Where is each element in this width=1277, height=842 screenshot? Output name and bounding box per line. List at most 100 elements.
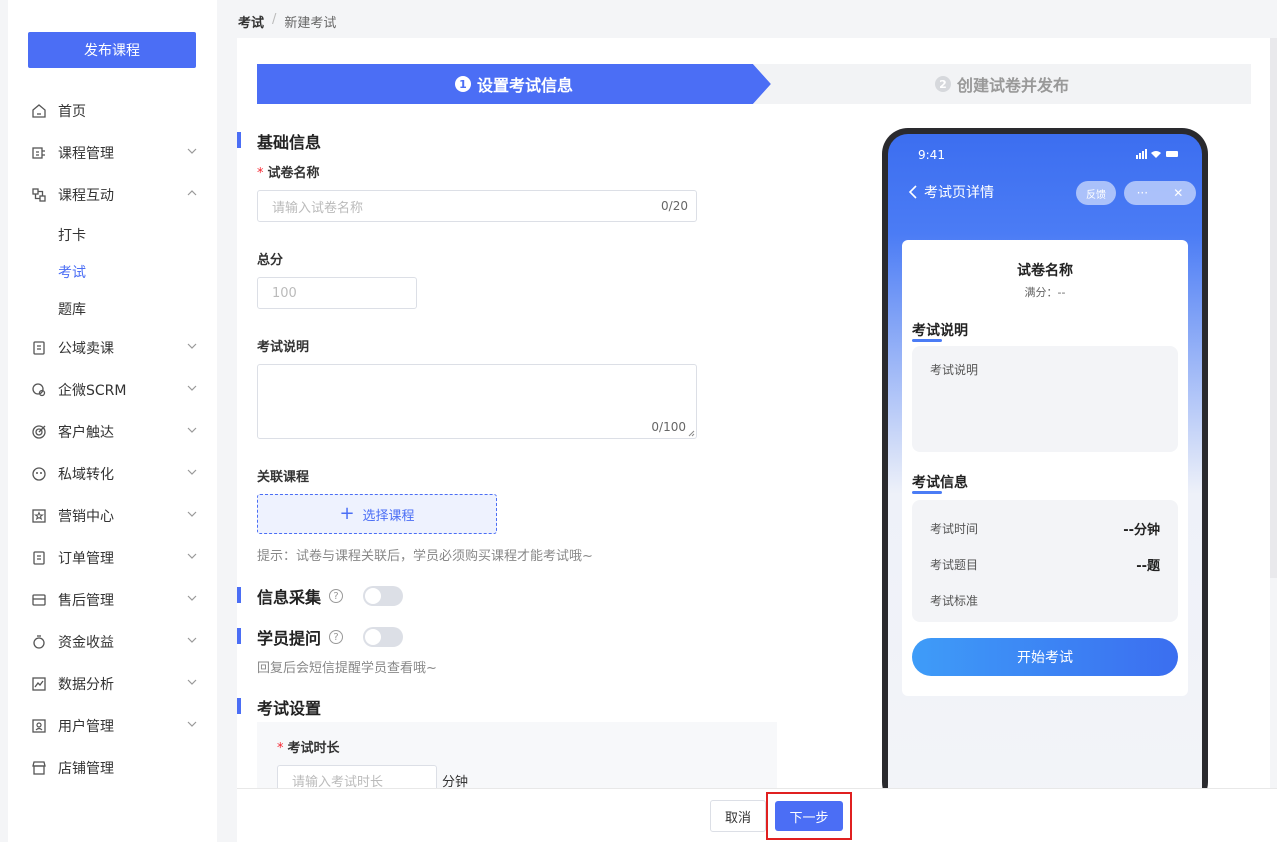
- exam-desc-count: 0/100: [651, 420, 686, 434]
- plus-icon: +: [339, 503, 355, 524]
- preview-full-score: 满分：--: [1024, 286, 1066, 299]
- sidebar-item-label: 客户触达: [58, 425, 114, 441]
- sidebar-item-label: 课程互动: [58, 188, 114, 204]
- marketing-icon: [30, 507, 48, 525]
- section-exam-setting: 考试设置: [237, 695, 321, 719]
- duration-placeholder: 请输入考试时长: [292, 774, 384, 789]
- close-icon[interactable]: ✕: [1173, 186, 1183, 200]
- select-course-label: 选择课程: [362, 508, 415, 524]
- course-hint: 提示：试卷与课程关联后，学员必须购买课程才能考试哦~: [257, 549, 593, 564]
- money-icon: [30, 633, 48, 651]
- sidebar-item-label: 私域转化: [58, 467, 114, 483]
- sidebar-item-home[interactable]: 首页: [8, 90, 217, 132]
- breadcrumb-separator: /: [272, 12, 277, 27]
- publish-course-button[interactable]: 发布课程: [28, 32, 196, 68]
- sidebar-item-interact[interactable]: 课程互动: [8, 174, 217, 216]
- preview-info-box: 考试时间 --分钟 考试题目 --题 考试标准: [912, 500, 1178, 622]
- sidebar-item-label: 店铺管理: [58, 761, 114, 777]
- info-collect-switch[interactable]: [363, 586, 404, 606]
- paper-name-label-text: 试卷名称: [267, 166, 320, 181]
- sidebar-item-label: 用户管理: [58, 719, 114, 735]
- next-button[interactable]: 下一步: [775, 801, 843, 831]
- interact-icon: [30, 186, 48, 204]
- order-icon: [30, 549, 48, 567]
- sidebar-item-analytics[interactable]: 数据分析: [8, 663, 217, 705]
- back-arrow-icon[interactable]: [908, 185, 918, 199]
- step-1-active: 1 设置考试信息: [257, 64, 771, 104]
- help-icon[interactable]: ?: [329, 589, 344, 603]
- footer-bar: 取消 下一步: [237, 788, 1277, 842]
- sidebar-item-shop[interactable]: 店铺管理: [8, 747, 217, 789]
- home-icon: [30, 102, 48, 120]
- sidebar-item-label: 营销中心: [58, 509, 114, 525]
- more-icon[interactable]: ···: [1137, 186, 1148, 200]
- paper-name-placeholder: 请输入试卷名称: [272, 200, 364, 216]
- preview-desc-text: 考试说明: [930, 363, 979, 377]
- course-icon: [30, 144, 48, 162]
- duration-input[interactable]: 请输入考试时长: [277, 765, 437, 788]
- chevron-down-icon: [187, 427, 197, 433]
- sidebar-item-scrm[interactable]: 企微SCRM: [8, 369, 217, 411]
- breadcrumb: 考试 / 新建考试: [238, 12, 336, 31]
- help-icon[interactable]: ?: [329, 630, 344, 644]
- scrollbar[interactable]: [1270, 38, 1277, 578]
- user-icon: [30, 717, 48, 735]
- sidebar-item-marketing[interactable]: 营销中心: [8, 495, 217, 537]
- private-icon: [30, 465, 48, 483]
- sidebar-item-course[interactable]: 课程管理: [8, 132, 217, 174]
- main-panel: 1 设置考试信息 2 创建试卷并发布 基础信息 * 试卷名称 请输入试卷名称 0/…: [237, 38, 1270, 788]
- exam-desc-textarea[interactable]: 0/100: [257, 364, 697, 439]
- preview-desc-heading: 考试说明: [912, 320, 968, 342]
- phone-title-text: 考试页详情: [924, 185, 994, 201]
- duration-unit: 分钟: [442, 775, 469, 788]
- feedback-pill[interactable]: 反馈: [1076, 181, 1116, 205]
- related-course-label: 关联课程: [257, 470, 310, 485]
- paper-name-count: 0/20: [661, 199, 688, 213]
- student-question-row: 学员提问 ?: [237, 625, 404, 649]
- paper-name-label: * 试卷名称: [257, 162, 320, 181]
- step-1-label: 设置考试信息: [476, 76, 573, 95]
- preview-time-value: --分钟: [1123, 523, 1160, 538]
- sidebar-item-public[interactable]: 公域卖课: [8, 327, 217, 369]
- required-mark: *: [257, 166, 264, 181]
- reach-icon: [30, 423, 48, 441]
- resize-handle-icon[interactable]: [688, 430, 695, 437]
- question-hint: 回复后会短信提醒学员查看哦~: [257, 661, 437, 676]
- student-question-title: 学员提问: [237, 625, 321, 649]
- chevron-down-icon: [187, 148, 197, 154]
- duration-label: * 考试时长: [277, 737, 340, 756]
- sidebar-item-money[interactable]: 资金收益: [8, 621, 217, 663]
- status-bar-icons: [1136, 149, 1180, 162]
- step-2: 2 创建试卷并发布: [753, 64, 1251, 104]
- scrm-icon: [30, 381, 48, 399]
- sidebar-subitem-question-bank[interactable]: 题库: [8, 290, 217, 327]
- select-course-button[interactable]: + 选择课程: [257, 494, 497, 534]
- sidebar-item-reach[interactable]: 客户触达: [8, 411, 217, 453]
- total-score-label: 总分: [257, 253, 284, 268]
- sidebar-subitem-exam[interactable]: 考试: [8, 253, 217, 290]
- exam-preview-card: 试卷名称 满分：-- 考试说明 考试说明 考试信息 考试时间 --分钟 考试题目…: [902, 240, 1188, 696]
- step-bar: 1 设置考试信息 2 创建试卷并发布: [257, 64, 1251, 104]
- step-2-label: 创建试卷并发布: [956, 76, 1069, 95]
- sidebar-item-private[interactable]: 私域转化: [8, 453, 217, 495]
- total-score-input[interactable]: 100: [257, 277, 417, 309]
- breadcrumb-new-exam: 新建考试: [284, 16, 337, 31]
- sidebar-subitem-checkin[interactable]: 打卡: [8, 216, 217, 253]
- chart-icon: [30, 675, 48, 693]
- aftersale-icon: [30, 591, 48, 609]
- sidebar-item-label: 企微SCRM: [58, 383, 127, 399]
- info-collect-title: 信息采集: [237, 584, 321, 608]
- sidebar-item-aftersale[interactable]: 售后管理: [8, 579, 217, 621]
- paper-name-input[interactable]: 请输入试卷名称 0/20: [257, 190, 697, 222]
- shop-icon: [30, 759, 48, 777]
- chevron-down-icon: [187, 721, 197, 727]
- student-question-switch[interactable]: [363, 627, 404, 647]
- breadcrumb-exam[interactable]: 考试: [238, 12, 264, 31]
- section-basic-info: 基础信息: [237, 129, 321, 153]
- sidebar-item-label: 课程管理: [58, 146, 114, 162]
- sidebar-item-label: 售后管理: [58, 593, 114, 609]
- exam-desc-label: 考试说明: [257, 340, 310, 355]
- sidebar-item-order[interactable]: 订单管理: [8, 537, 217, 579]
- sidebar-item-users[interactable]: 用户管理: [8, 705, 217, 747]
- cancel-button[interactable]: 取消: [710, 800, 766, 832]
